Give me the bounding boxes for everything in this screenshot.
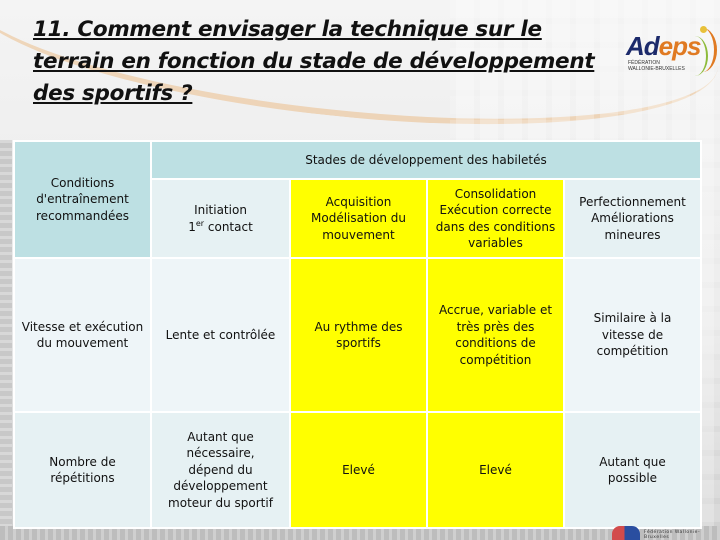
stage-header-line: Perfectionnement — [579, 194, 686, 209]
table-cell-text: Au rythme des sportifs — [314, 319, 403, 351]
background-left-band — [0, 140, 12, 540]
stage-header-line: variables — [468, 236, 523, 250]
table-cell: Au rythme des sportifs — [289, 257, 428, 413]
stage-header-line: Consolidation — [454, 186, 537, 201]
table-cell: Elevé — [289, 411, 428, 529]
stage-header-line: Acquisition — [325, 194, 392, 209]
stage-header-line: mineures — [604, 227, 661, 242]
adeps-logo-subtitle: Fédération Wallonie-Bruxelles — [628, 60, 685, 72]
table-row: Nombre de répétitions Autant que nécessai… — [13, 411, 702, 529]
slide-title: 11. Comment envisager la technique sur l… — [33, 17, 595, 106]
table-cell-text: Autant que nécessaire, dépend du dévelop… — [168, 429, 273, 510]
adeps-logo-dot-icon — [700, 26, 707, 33]
corner-header-cell: Conditions d'entraînement recommandées — [13, 140, 152, 259]
table-cell: Elevé — [426, 411, 565, 529]
group-header-text: Stades de développement des habiletés — [305, 152, 547, 167]
stage-header-cell: Acquisition Modélisation du mouvement — [289, 178, 428, 259]
footer-logo-text: Fédération Wallonie-Bruxelles — [644, 530, 701, 540]
table-cell-text: Similaire à la vitesse de compétition — [593, 311, 672, 359]
condition-cell: Nombre de répétitions — [13, 411, 152, 529]
table-cell: Lente et contrôlée — [150, 257, 291, 413]
table-cell-text: Accrue, variable et très près des condit… — [438, 303, 553, 367]
adeps-logo-arc2-icon — [682, 36, 708, 76]
adeps-logo: Adeps Fédération Wallonie-Bruxelles — [622, 26, 717, 78]
footer-logo: Fédération Wallonie-Bruxelles — [612, 524, 712, 540]
table-cell: Autant que nécessaire, dépend du dévelop… — [150, 411, 291, 529]
stage-header-line: Modélisation du — [311, 211, 406, 226]
table-cell-text: Elevé — [342, 462, 375, 477]
group-header-cell: Stades de développement des habiletés — [150, 140, 702, 180]
condition-label: Nombre de répétitions — [49, 454, 116, 486]
stage-header-line: mouvement — [322, 227, 395, 242]
stage-header-line: Améliorations — [591, 211, 674, 226]
stage-header-cell: Perfectionnement Améliorations mineures — [563, 178, 702, 259]
stage-header-cell: Consolidation Exécution correcte dans des … — [426, 178, 565, 259]
stage-header-line: Exécution correcte — [439, 203, 552, 217]
table-cell-text: Elevé — [479, 462, 512, 477]
table-row: Vitesse et exécution du mouvement Lente e… — [13, 257, 702, 413]
table-cell: Accrue, variable et très près des condit… — [426, 257, 565, 413]
stage-header-line: dans des conditions — [435, 219, 556, 234]
table-cell-text: Lente et contrôlée — [165, 327, 276, 342]
table-cell: Autant que possible — [563, 411, 702, 529]
table-cell: Similaire à la vitesse de compétition — [563, 257, 702, 413]
condition-cell: Vitesse et exécution du mouvement — [13, 257, 152, 413]
footer-logo-icon — [612, 526, 640, 540]
stage-header-line: 1er contact — [188, 218, 253, 234]
corner-header-text: Conditions d'entraînement recommandées — [36, 175, 129, 223]
stage-header-line: Initiation — [194, 203, 247, 217]
condition-label: Vitesse et exécution du mouvement — [21, 319, 144, 351]
ordinal-superscript: er — [195, 218, 205, 228]
stages-table: Conditions d'entraînement recommandées S… — [13, 140, 702, 529]
table-cell-text: Autant que possible — [599, 454, 666, 486]
table-header-row: Conditions d'entraînement recommandées S… — [13, 140, 702, 259]
stage-header-cell: Initiation 1er contact — [150, 178, 291, 259]
